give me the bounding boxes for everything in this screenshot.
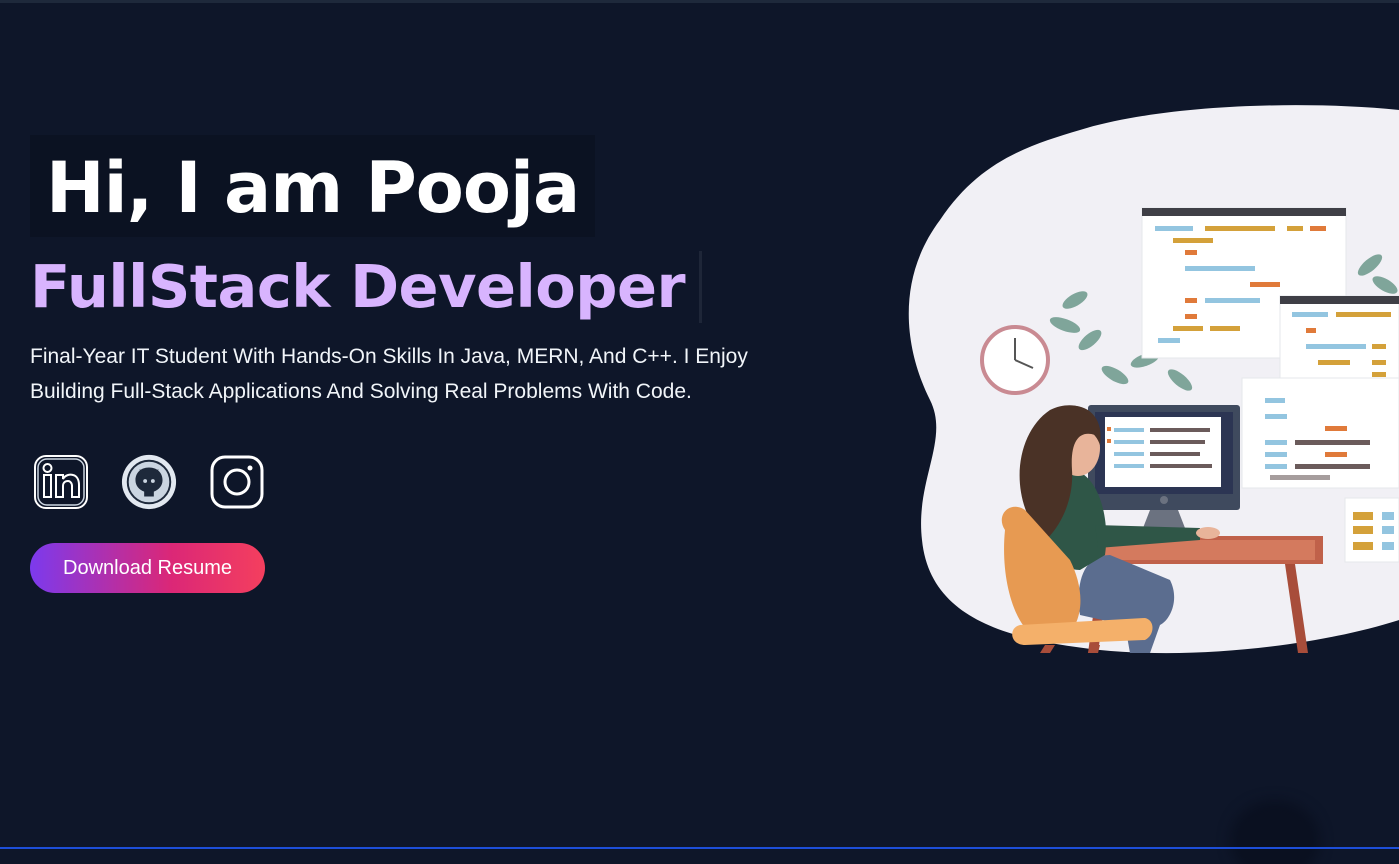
instagram-icon [210,455,264,509]
instagram-link[interactable] [208,453,266,511]
code-window-3 [1241,377,1399,489]
code-card [1344,497,1399,563]
hero-page: Hi, I am Pooja FullStack Developer Final… [0,0,1399,864]
developer-illustration [908,105,1399,654]
top-strip [0,0,1399,3]
github-link[interactable] [120,453,178,511]
linkedin-icon [34,455,88,509]
hero-intro: Hi, I am Pooja FullStack Developer Final… [30,135,790,593]
social-links [30,453,790,511]
linkedin-link[interactable] [32,453,90,511]
bottom-divider [0,847,1399,849]
role-heading: FullStack Developer [30,251,703,323]
intro-text: Final-Year IT Student With Hands-On Skil… [30,345,748,403]
github-icon [121,454,177,510]
download-resume-button[interactable]: Download Resume [30,543,265,593]
monitor [1088,405,1240,528]
decorative-blob [1230,800,1320,864]
clock-icon [980,325,1050,395]
greeting-heading: Hi, I am Pooja [30,135,596,237]
